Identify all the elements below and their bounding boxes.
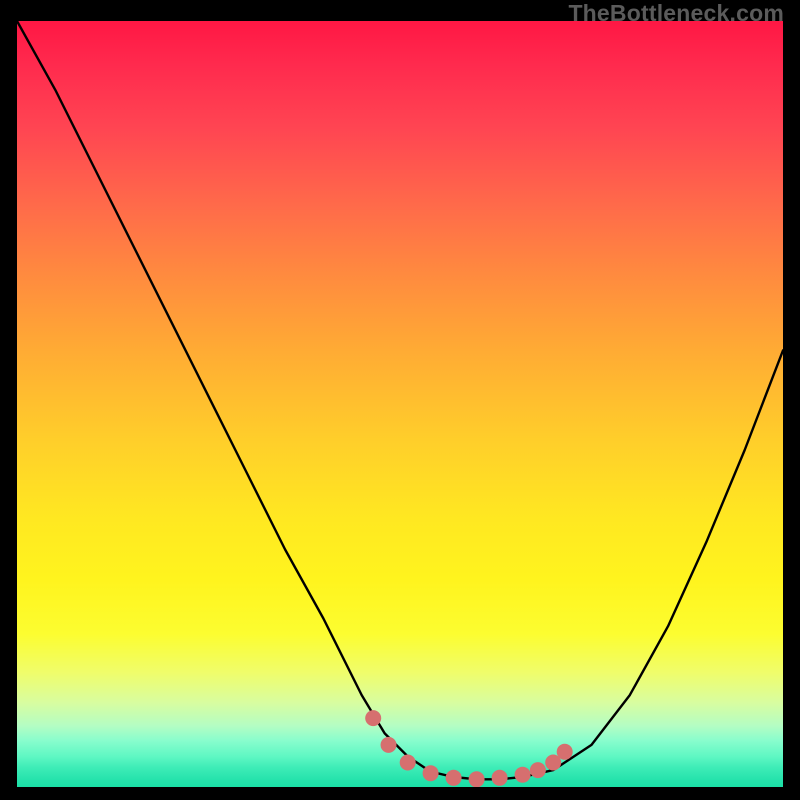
- curve-marker: [515, 767, 531, 783]
- bottleneck-curve: [17, 21, 783, 779]
- curve-marker: [469, 771, 485, 787]
- chart-frame: TheBottleneck.com: [0, 0, 800, 800]
- curve-marker: [446, 770, 462, 786]
- watermark-text: TheBottleneck.com: [568, 0, 784, 27]
- curve-layer: [17, 21, 783, 787]
- curve-marker: [400, 755, 416, 771]
- curve-marker: [381, 737, 397, 753]
- curve-markers: [365, 710, 573, 787]
- curve-marker: [423, 765, 439, 781]
- plot-area: [17, 21, 783, 787]
- curve-marker: [365, 710, 381, 726]
- curve-marker: [557, 744, 573, 760]
- curve-marker: [530, 762, 546, 778]
- curve-marker: [492, 770, 508, 786]
